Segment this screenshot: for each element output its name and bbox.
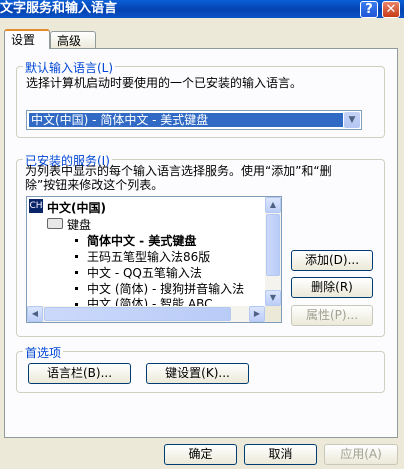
scroll-down-icon[interactable]: ▼ <box>265 290 281 306</box>
tab-settings-label: 设置 <box>11 33 36 47</box>
scrollbar-corner <box>265 306 281 322</box>
help-button[interactable]: ? <box>360 1 378 18</box>
vertical-scroll-thumb[interactable] <box>266 214 280 276</box>
ok-button[interactable]: 确定 <box>164 444 237 465</box>
apply-button[interactable]: 应用(A) <box>324 444 398 465</box>
tree-service-item[interactable]: 王码五笔型输入法86版 <box>87 248 210 265</box>
bullet-icon <box>75 239 78 242</box>
scroll-right-icon[interactable]: ▶ <box>249 306 265 322</box>
keyboard-icon <box>47 218 63 229</box>
preferences-legend: 首选项 <box>23 344 64 361</box>
title-bar[interactable]: 文字服务和输入语言 ? ✕ <box>0 0 404 18</box>
tree-keyboard-node[interactable]: 键盘 <box>67 216 91 233</box>
language-bar-button[interactable]: 语言栏(B)... <box>28 363 131 384</box>
tab-settings[interactable]: 设置 <box>4 29 50 49</box>
tab-advanced[interactable]: 高级 <box>50 31 96 49</box>
tree-vertical-scrollbar[interactable]: ▲ ▼ <box>265 197 281 306</box>
close-icon: ✕ <box>385 2 397 17</box>
language-badge-icon: CH <box>29 199 43 213</box>
scroll-up-icon[interactable]: ▲ <box>265 197 281 213</box>
tree-language-node[interactable]: 中文(中国) <box>47 199 106 216</box>
default-language-description: 选择计算机启动时要使用的一个已安装的输入语言。 <box>26 76 303 90</box>
services-tree[interactable]: CH 中文(中国) 键盘 简体中文 - 美式键盘 王码五笔型输入法86版 中文 … <box>26 196 282 323</box>
default-language-dropdown[interactable]: 中文(中国) - 简体中文 - 美式键盘 ▼ <box>26 110 362 130</box>
key-settings-button[interactable]: 键设置(K)... <box>146 363 249 384</box>
tree-service-item[interactable]: 简体中文 - 美式键盘 <box>87 232 196 249</box>
installed-services-description-line2: 除”按钮来修改这个列表。 <box>25 178 164 192</box>
tree-horizontal-scrollbar[interactable]: ◀ ▶ <box>27 306 265 322</box>
bullet-icon <box>75 287 78 290</box>
close-button[interactable]: ✕ <box>382 1 400 18</box>
bullet-icon <box>75 271 78 274</box>
settings-panel: 默认输入语言(L) 选择计算机启动时要使用的一个已安装的输入语言。 中文(中国)… <box>4 48 398 438</box>
cancel-button[interactable]: 取消 <box>244 444 317 465</box>
bullet-icon <box>75 255 78 258</box>
scroll-left-icon[interactable]: ◀ <box>27 306 43 322</box>
horizontal-scroll-thumb[interactable] <box>44 307 231 321</box>
tab-advanced-label: 高级 <box>57 34 82 48</box>
chevron-down-icon[interactable]: ▼ <box>344 112 360 128</box>
question-mark-icon: ? <box>365 2 373 17</box>
default-language-selected: 中文(中国) - 简体中文 - 美式键盘 <box>29 113 343 127</box>
add-button[interactable]: 添加(D)... <box>291 250 373 271</box>
window-title: 文字服务和输入语言 <box>0 1 118 16</box>
remove-button[interactable]: 删除(R) <box>291 277 373 298</box>
tree-service-item[interactable]: 中文 - QQ五笔输入法 <box>87 264 202 281</box>
properties-button[interactable]: 属性(P)... <box>291 305 373 326</box>
